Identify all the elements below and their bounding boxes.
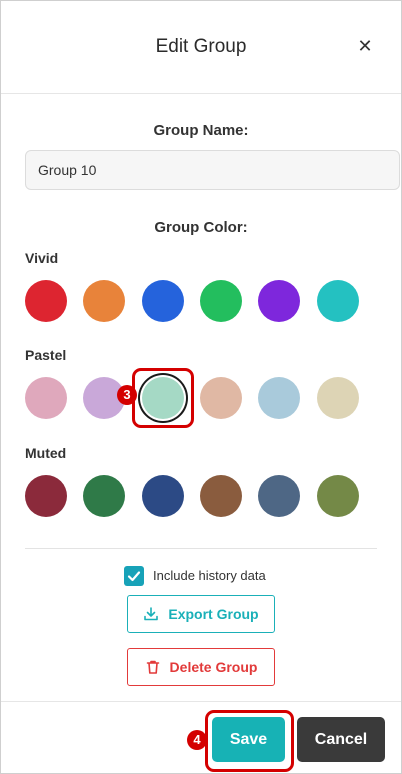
swatch-row-muted bbox=[25, 475, 365, 517]
export-group-label: Export Group bbox=[168, 606, 259, 622]
color-swatch[interactable] bbox=[258, 377, 300, 419]
group-name-label: Group Name: bbox=[153, 122, 249, 139]
color-swatch[interactable] bbox=[25, 475, 67, 517]
color-swatch[interactable] bbox=[317, 280, 359, 322]
swatch-row-pastel bbox=[25, 377, 365, 419]
step-badge-4: 4 bbox=[187, 730, 207, 750]
save-button[interactable]: Save bbox=[212, 717, 285, 762]
color-swatch[interactable] bbox=[200, 280, 242, 322]
trash-icon bbox=[146, 660, 159, 674]
group-name-input[interactable] bbox=[25, 150, 400, 190]
close-icon[interactable]: ✕ bbox=[355, 36, 375, 56]
color-swatch[interactable] bbox=[317, 475, 359, 517]
dialog-title: Edit Group bbox=[155, 36, 247, 57]
palette-label-vivid: Vivid bbox=[25, 250, 59, 266]
color-swatch[interactable] bbox=[258, 280, 300, 322]
group-color-label: Group Color: bbox=[154, 219, 248, 236]
color-swatch[interactable] bbox=[142, 280, 184, 322]
color-swatch[interactable] bbox=[317, 377, 359, 419]
palette-label-pastel: Pastel bbox=[25, 347, 67, 363]
dialog-header: Edit Group ✕ bbox=[1, 1, 401, 94]
history-checkbox-label: Include history data bbox=[153, 568, 266, 583]
step-highlight-color bbox=[132, 368, 194, 428]
palette-label-muted: Muted bbox=[25, 445, 67, 461]
color-swatch[interactable] bbox=[258, 475, 300, 517]
history-checkbox[interactable] bbox=[124, 566, 144, 586]
export-group-button[interactable]: Export Group bbox=[127, 595, 275, 633]
delete-group-button[interactable]: Delete Group bbox=[127, 648, 275, 686]
color-swatch[interactable] bbox=[200, 377, 242, 419]
color-swatch[interactable] bbox=[25, 280, 67, 322]
edit-group-dialog: Edit Group ✕ Group Name: Group Color: Vi… bbox=[0, 0, 402, 774]
section-divider bbox=[25, 548, 377, 549]
color-swatch[interactable] bbox=[200, 475, 242, 517]
color-swatch[interactable] bbox=[83, 475, 125, 517]
download-icon bbox=[144, 607, 159, 621]
delete-group-label: Delete Group bbox=[169, 659, 258, 675]
step-badge-3: 3 bbox=[117, 385, 137, 405]
swatch-row-vivid bbox=[25, 280, 365, 322]
color-swatch[interactable] bbox=[142, 475, 184, 517]
cancel-button[interactable]: Cancel bbox=[297, 717, 385, 762]
check-icon bbox=[127, 571, 141, 582]
color-swatch[interactable] bbox=[83, 280, 125, 322]
color-swatch[interactable] bbox=[25, 377, 67, 419]
